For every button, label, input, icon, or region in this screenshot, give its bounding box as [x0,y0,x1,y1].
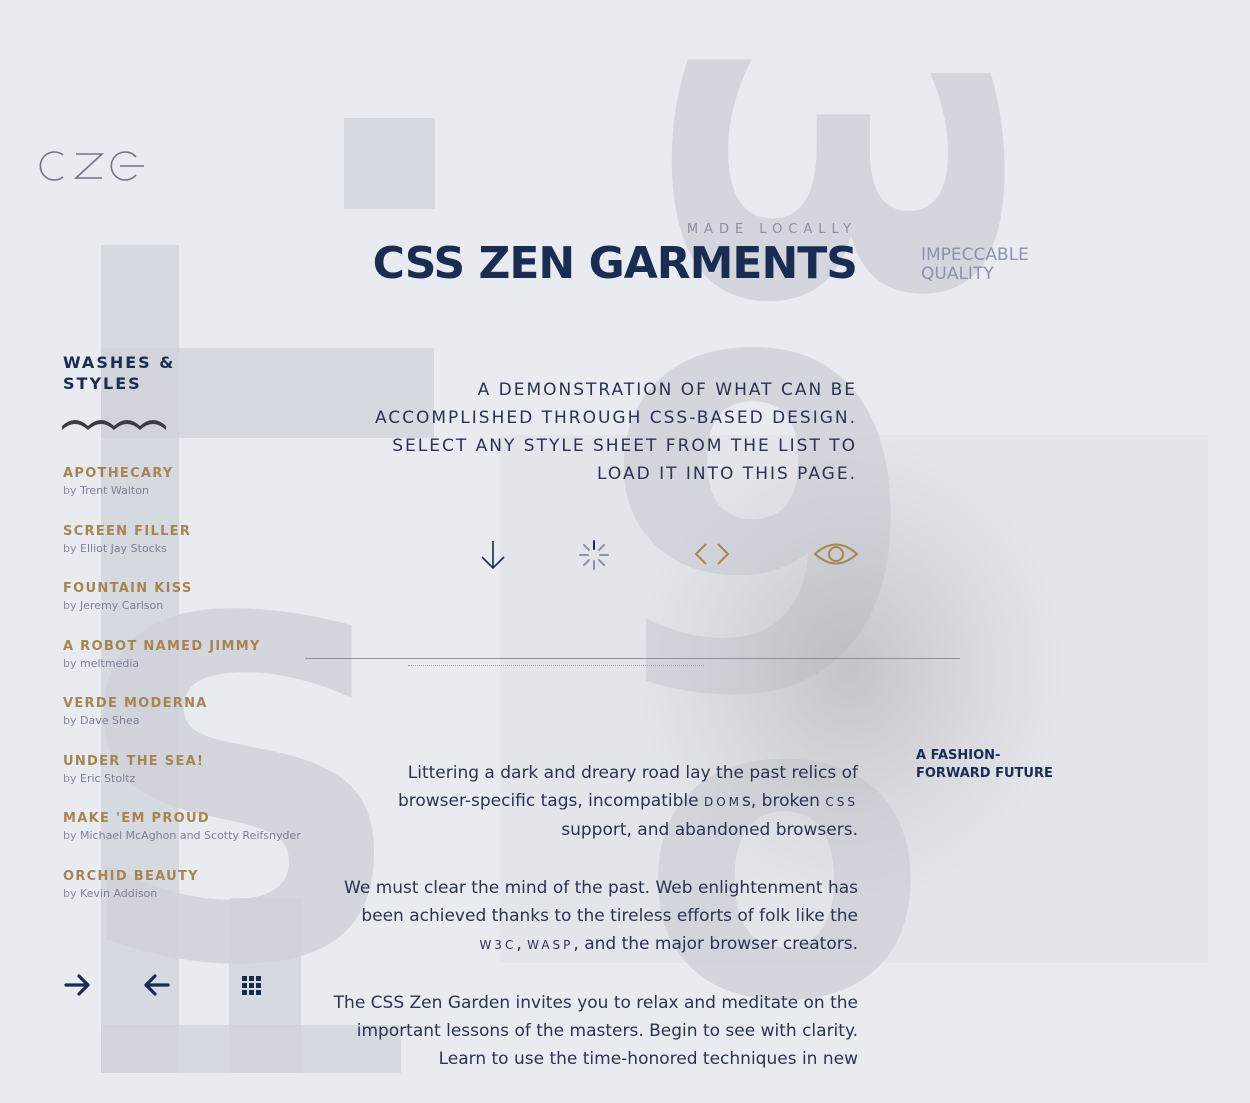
style-link[interactable]: VERDE MODERNA [63,696,323,712]
text: support, and abandoned browsers. [561,820,858,840]
style-link[interactable]: MAKE 'EM PROUD [63,811,323,827]
style-byline: by Kevin Addison [63,885,323,903]
text: s, broken [742,791,826,811]
czg-logo-icon [39,151,144,181]
abbr-css: CSS [825,795,858,809]
by-prefix: by [63,599,77,612]
by-prefix: by [63,771,77,785]
style-byline: by Jeremy Carlson [63,597,323,615]
arrow-down-icon[interactable] [470,537,518,573]
text: , and the major browser creators. [573,934,858,954]
by-prefix: by [63,886,77,900]
spinner-icon[interactable] [570,537,618,573]
style-byline: by Dave Shea [63,712,323,730]
page-title: CSS ZEN GARMENTS [372,238,858,289]
list-item: MAKE 'EM PROUD by Michael McAghon and Sc… [63,811,323,869]
eye-icon[interactable] [812,537,860,573]
code-brackets-icon[interactable] [689,537,737,573]
style-byline: by Eric Stoltz [63,770,323,788]
author-link[interactable]: Eric Stoltz [80,772,135,785]
tagline: MADE LOCALLY [686,222,857,237]
author-link[interactable]: Jeremy Carlson [80,599,163,612]
list-item: FOUNTAIN KISS by Jeremy Carlson [63,581,323,639]
list-item: ORCHID BEAUTY by Kevin Addison [63,869,323,927]
author-link[interactable]: Michael McAghon and Scotty Reifsnyder [80,829,301,842]
by-prefix: by [63,656,77,670]
background-glyph: 3 [574,30,1086,337]
text: We must clear the mind of the past. Web … [344,878,858,926]
author-link[interactable]: Elliot Jay Stocks [80,542,167,555]
author-link[interactable]: Kevin Addison [80,887,157,900]
by-prefix: by [63,541,77,555]
style-byline: by meltmedia [63,655,323,673]
list-item: UNDER THE SEA! by Eric Stoltz [63,754,323,812]
style-byline: by Trent Walton [63,482,323,500]
intro-text: A DEMONSTRATION OF WHAT CAN BE ACCOMPLIS… [374,380,857,484]
style-byline: by Elliot Jay Stocks [63,540,323,558]
background-glyph: 9 [600,262,921,797]
main-content: Littering a dark and dreary road lay the… [330,759,858,1103]
aside-label: A FASHION-FORWARD FUTURE [916,748,1053,781]
list-item: APOTHECARY by Trent Walton [63,466,323,524]
grid-icon[interactable] [236,970,270,1000]
divider [408,665,704,667]
list-item: VERDE MODERNA by Dave Shea [63,696,323,754]
abbr-dom: DOM [703,795,743,809]
abbr-w3c: W3C [479,938,517,952]
sidebar-heading: WASHES & STYLES [63,353,176,393]
list-item: SCREEN FILLER by Elliot Jay Stocks [63,524,323,582]
author-link[interactable]: meltmedia [80,657,139,670]
paragraph: The CSS Zen Garden invites you to relax … [333,993,858,1069]
style-link[interactable]: UNDER THE SEA! [63,754,323,770]
style-byline: by Michael McAghon and Scotty Reifsnyder [63,827,323,845]
paragraph: Littering a dark and dreary road lay the… [330,759,858,844]
arrow-right-icon[interactable] [60,970,94,1000]
style-link[interactable]: A ROBOT NAMED JIMMY [63,639,323,655]
author-link[interactable]: Dave Shea [80,714,139,727]
arrow-left-icon[interactable] [140,970,174,1000]
style-link[interactable]: FOUNTAIN KISS [63,581,323,597]
logo[interactable] [36,146,146,186]
divider [305,658,960,659]
style-link[interactable]: ORCHID BEAUTY [63,869,323,885]
abbr-wasp: WASP [527,938,574,952]
style-list: APOTHECARY by Trent Walton SCREEN FILLER… [63,466,323,926]
quality-label: IMPECCABLE QUALITY [921,245,1029,284]
style-link[interactable]: APOTHECARY [63,466,323,482]
background-letter-block [344,118,435,209]
list-item: A ROBOT NAMED JIMMY by meltmedia [63,639,323,697]
by-prefix: by [63,484,77,497]
wave-divider-icon [62,412,166,432]
by-prefix: by [63,714,77,727]
paragraph: We must clear the mind of the past. Web … [330,874,858,959]
by-prefix: by [63,829,77,842]
text: , [516,934,528,954]
style-link[interactable]: SCREEN FILLER [63,524,323,540]
author-link[interactable]: Trent Walton [80,484,149,497]
